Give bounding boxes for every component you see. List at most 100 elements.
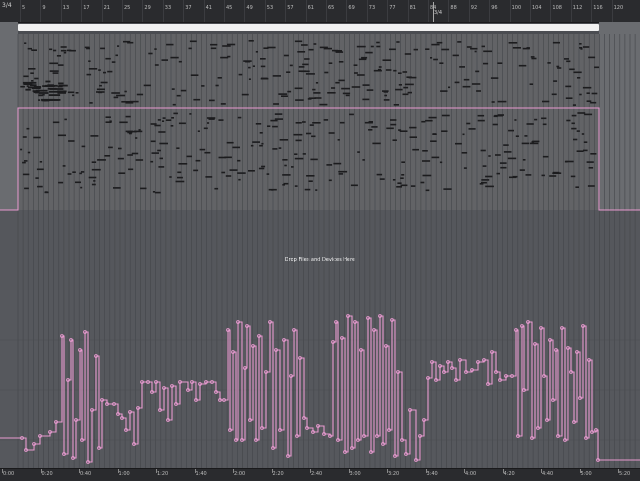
- midi-note: [481, 45, 485, 48]
- midi-note: [293, 133, 303, 136]
- midi-note: [308, 180, 313, 182]
- midi-note: [45, 80, 51, 83]
- midi-note: [490, 77, 499, 79]
- midi-note: [294, 87, 303, 90]
- midi-note: [28, 68, 36, 70]
- midi-note: [115, 54, 118, 57]
- midi-note: [127, 154, 133, 156]
- midi-note: [338, 61, 344, 63]
- midi-note: [154, 48, 157, 50]
- midi-note: [324, 71, 329, 74]
- midi-note: [150, 123, 157, 125]
- midi-note: [305, 73, 315, 75]
- midi-note: [124, 90, 127, 93]
- midi-note: [248, 78, 251, 80]
- midi-note: [60, 49, 67, 52]
- midi-note: [237, 116, 242, 119]
- midi-note: [551, 93, 557, 96]
- midi-note: [398, 129, 402, 131]
- midi-note: [482, 165, 487, 167]
- midi-note: [477, 114, 485, 117]
- midi-note: [44, 191, 49, 194]
- midi-note: [503, 144, 509, 146]
- midi-note: [22, 173, 30, 176]
- midi-note: [462, 85, 471, 88]
- midi-note: [448, 86, 451, 89]
- midi-note: [312, 88, 316, 91]
- midi-note: [470, 47, 478, 50]
- midi-note: [88, 60, 91, 62]
- midi-note: [503, 151, 512, 153]
- midi-note: [310, 158, 318, 161]
- midi-note: [376, 45, 381, 48]
- midi-note: [57, 85, 63, 88]
- time-label: 4:00: [465, 471, 477, 477]
- midi-note: [97, 159, 106, 161]
- midi-note: [582, 86, 592, 89]
- midi-note: [385, 69, 392, 71]
- midi-note: [22, 161, 26, 164]
- midi-note: [193, 98, 201, 101]
- midi-note: [534, 118, 538, 121]
- midi-note: [319, 103, 328, 106]
- midi-note: [379, 178, 385, 180]
- time-label: 5:20: [619, 471, 631, 477]
- midi-note: [220, 56, 229, 59]
- midi-note: [351, 86, 361, 88]
- midi-note: [151, 152, 159, 154]
- midi-note: [289, 64, 293, 67]
- midi-note: [48, 90, 61, 93]
- midi-note: [542, 123, 547, 126]
- midi-note: [565, 97, 573, 99]
- midi-note: [250, 144, 254, 147]
- midi-note: [186, 155, 192, 158]
- midi-note: [522, 159, 526, 161]
- midi-note: [226, 141, 234, 144]
- midi-note: [466, 46, 472, 48]
- midi-note: [573, 138, 578, 141]
- midi-note: [463, 78, 470, 81]
- midi-note: [564, 58, 569, 60]
- midi-note: [430, 140, 437, 142]
- midi-note: [461, 152, 468, 154]
- midi-note: [100, 47, 105, 50]
- midi-note: [33, 136, 41, 139]
- midi-note: [327, 92, 336, 94]
- midi-note: [157, 119, 161, 121]
- midi-note: [201, 85, 205, 87]
- midi-note: [455, 142, 462, 145]
- midi-note: [572, 104, 576, 106]
- midi-note: [29, 84, 37, 87]
- midi-note: [581, 133, 585, 135]
- midi-note: [63, 51, 67, 54]
- midi-note: [524, 135, 528, 137]
- midi-note: [514, 119, 517, 121]
- midi-note: [341, 87, 350, 90]
- midi-note: [323, 119, 329, 121]
- midi-note: [294, 40, 303, 43]
- midi-note: [494, 114, 503, 117]
- midi-note: [24, 160, 28, 162]
- midi-note: [483, 62, 489, 65]
- midi-note: [576, 150, 584, 152]
- midi-note: [529, 83, 534, 85]
- midi-note: [315, 189, 318, 191]
- midi-note: [586, 100, 592, 102]
- time-ruler[interactable]: 0:00 0:20 0:40 1:00 1:20 1:40 2:00 2:20 2:40 3:00…: [0, 468, 640, 481]
- midi-note: [590, 101, 597, 104]
- time-label: 0:40: [80, 471, 92, 477]
- midi-note: [205, 176, 213, 178]
- midi-note: [93, 180, 96, 182]
- midi-note: [332, 49, 339, 52]
- midi-note: [556, 65, 560, 68]
- midi-note: [260, 77, 269, 80]
- midi-note: [547, 62, 551, 64]
- midi-note: [22, 136, 27, 138]
- midi-note: [377, 68, 382, 71]
- midi-note: [238, 73, 243, 76]
- midi-note: [260, 58, 266, 60]
- midi-note: [306, 132, 312, 135]
- midi-note: [302, 153, 306, 155]
- midi-note: [46, 99, 60, 101]
- midi-note: [583, 149, 588, 152]
